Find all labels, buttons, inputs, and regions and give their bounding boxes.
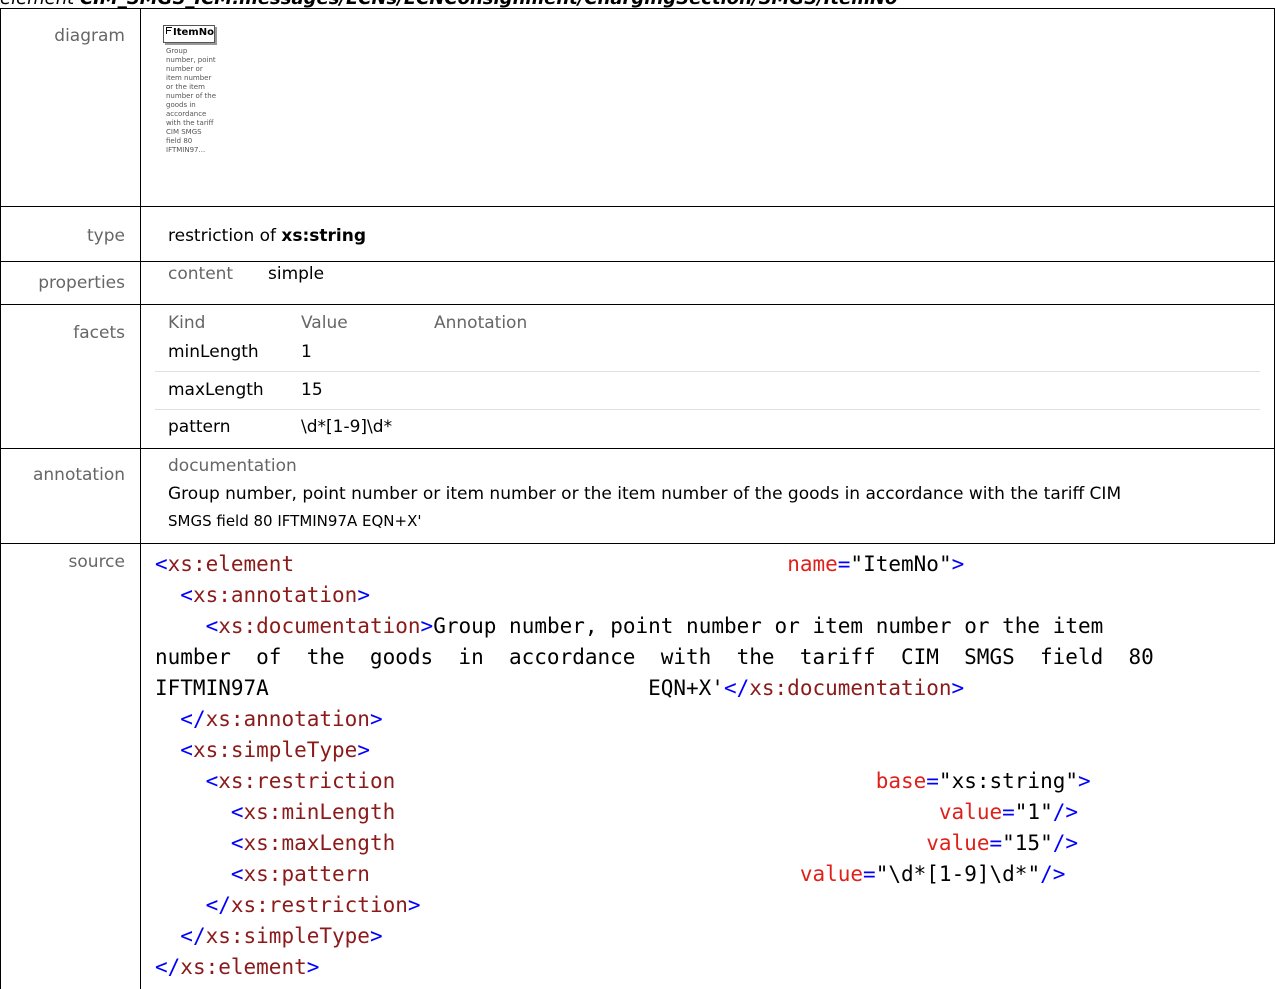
facet-kind-pattern: pattern <box>168 417 231 437</box>
row-divider <box>0 8 1275 9</box>
source-tag-element: xs:element <box>167 552 295 576</box>
source-code: <xs:element name="ItemNo"> <xs:annotatio… <box>155 552 1154 979</box>
facet-value-maxlength: 15 <box>301 380 323 400</box>
diagram-label: diagram <box>54 26 125 46</box>
properties-value: simple <box>268 264 325 284</box>
facets-header-annotation: Annotation <box>434 313 528 333</box>
facets-header-value: Value <box>301 313 348 333</box>
heading-label: element <box>0 0 74 8</box>
source-tag-restriction: xs:restriction <box>218 769 396 793</box>
source-tag-minlength: xs:minLength <box>243 800 396 824</box>
source-label: source <box>68 552 125 572</box>
facets-header-kind: Kind <box>168 313 206 333</box>
element-diagram-icon <box>166 27 172 34</box>
annotation-label: annotation <box>32 465 125 485</box>
row-divider <box>0 206 1275 207</box>
type-label: type <box>87 226 125 246</box>
source-tag-documentation: xs:documentation <box>218 614 421 638</box>
facet-value-pattern: \d*[1-9]\d* <box>301 417 393 437</box>
page-heading: element CIM_SMGS_ICM.messages/ECNs/ECNCo… <box>0 0 1275 8</box>
source-tag-annotation: xs:annotation <box>192 583 358 607</box>
facet-value-minlength: 1 <box>301 342 312 362</box>
documentation-text-line1: Group number, point number or item numbe… <box>168 484 1122 504</box>
properties-key: content <box>168 264 234 284</box>
row-divider <box>0 304 1275 305</box>
type-value: restriction of xs:string <box>168 226 366 246</box>
source-tag-maxlength: xs:maxLength <box>243 831 396 855</box>
row-divider <box>0 543 1275 544</box>
source-tag-pattern: xs:pattern <box>243 862 370 886</box>
type-base-link[interactable]: xs:string <box>281 226 366 246</box>
properties-label: properties <box>38 273 125 293</box>
facet-row-divider <box>155 409 1260 410</box>
heading-path: CIM_SMGS_ICM.messages/ECNs/ECNConsignmen… <box>80 0 897 8</box>
source-tag-simpletype: xs:simpleType <box>192 738 358 762</box>
row-divider <box>0 261 1275 262</box>
facet-row-divider <box>155 371 1260 372</box>
facet-kind-maxlength: maxLength <box>168 380 264 400</box>
diagram-element-name: ItemNo <box>173 27 214 38</box>
diagram-annotation-note: Group number, point number or item numbe… <box>166 47 217 154</box>
documentation-label: documentation <box>168 456 297 476</box>
row-divider <box>0 448 1275 449</box>
documentation-text-line2: SMGS field 80 IFTMIN97A EQN+X' <box>168 512 422 530</box>
type-prefix: restriction of <box>168 226 277 246</box>
facet-kind-minlength: minLength <box>168 342 259 362</box>
facets-label: facets <box>73 323 125 343</box>
left-border <box>0 8 1 989</box>
column-divider <box>140 8 141 989</box>
element-diagram-box[interactable]: ItemNo <box>163 25 215 43</box>
